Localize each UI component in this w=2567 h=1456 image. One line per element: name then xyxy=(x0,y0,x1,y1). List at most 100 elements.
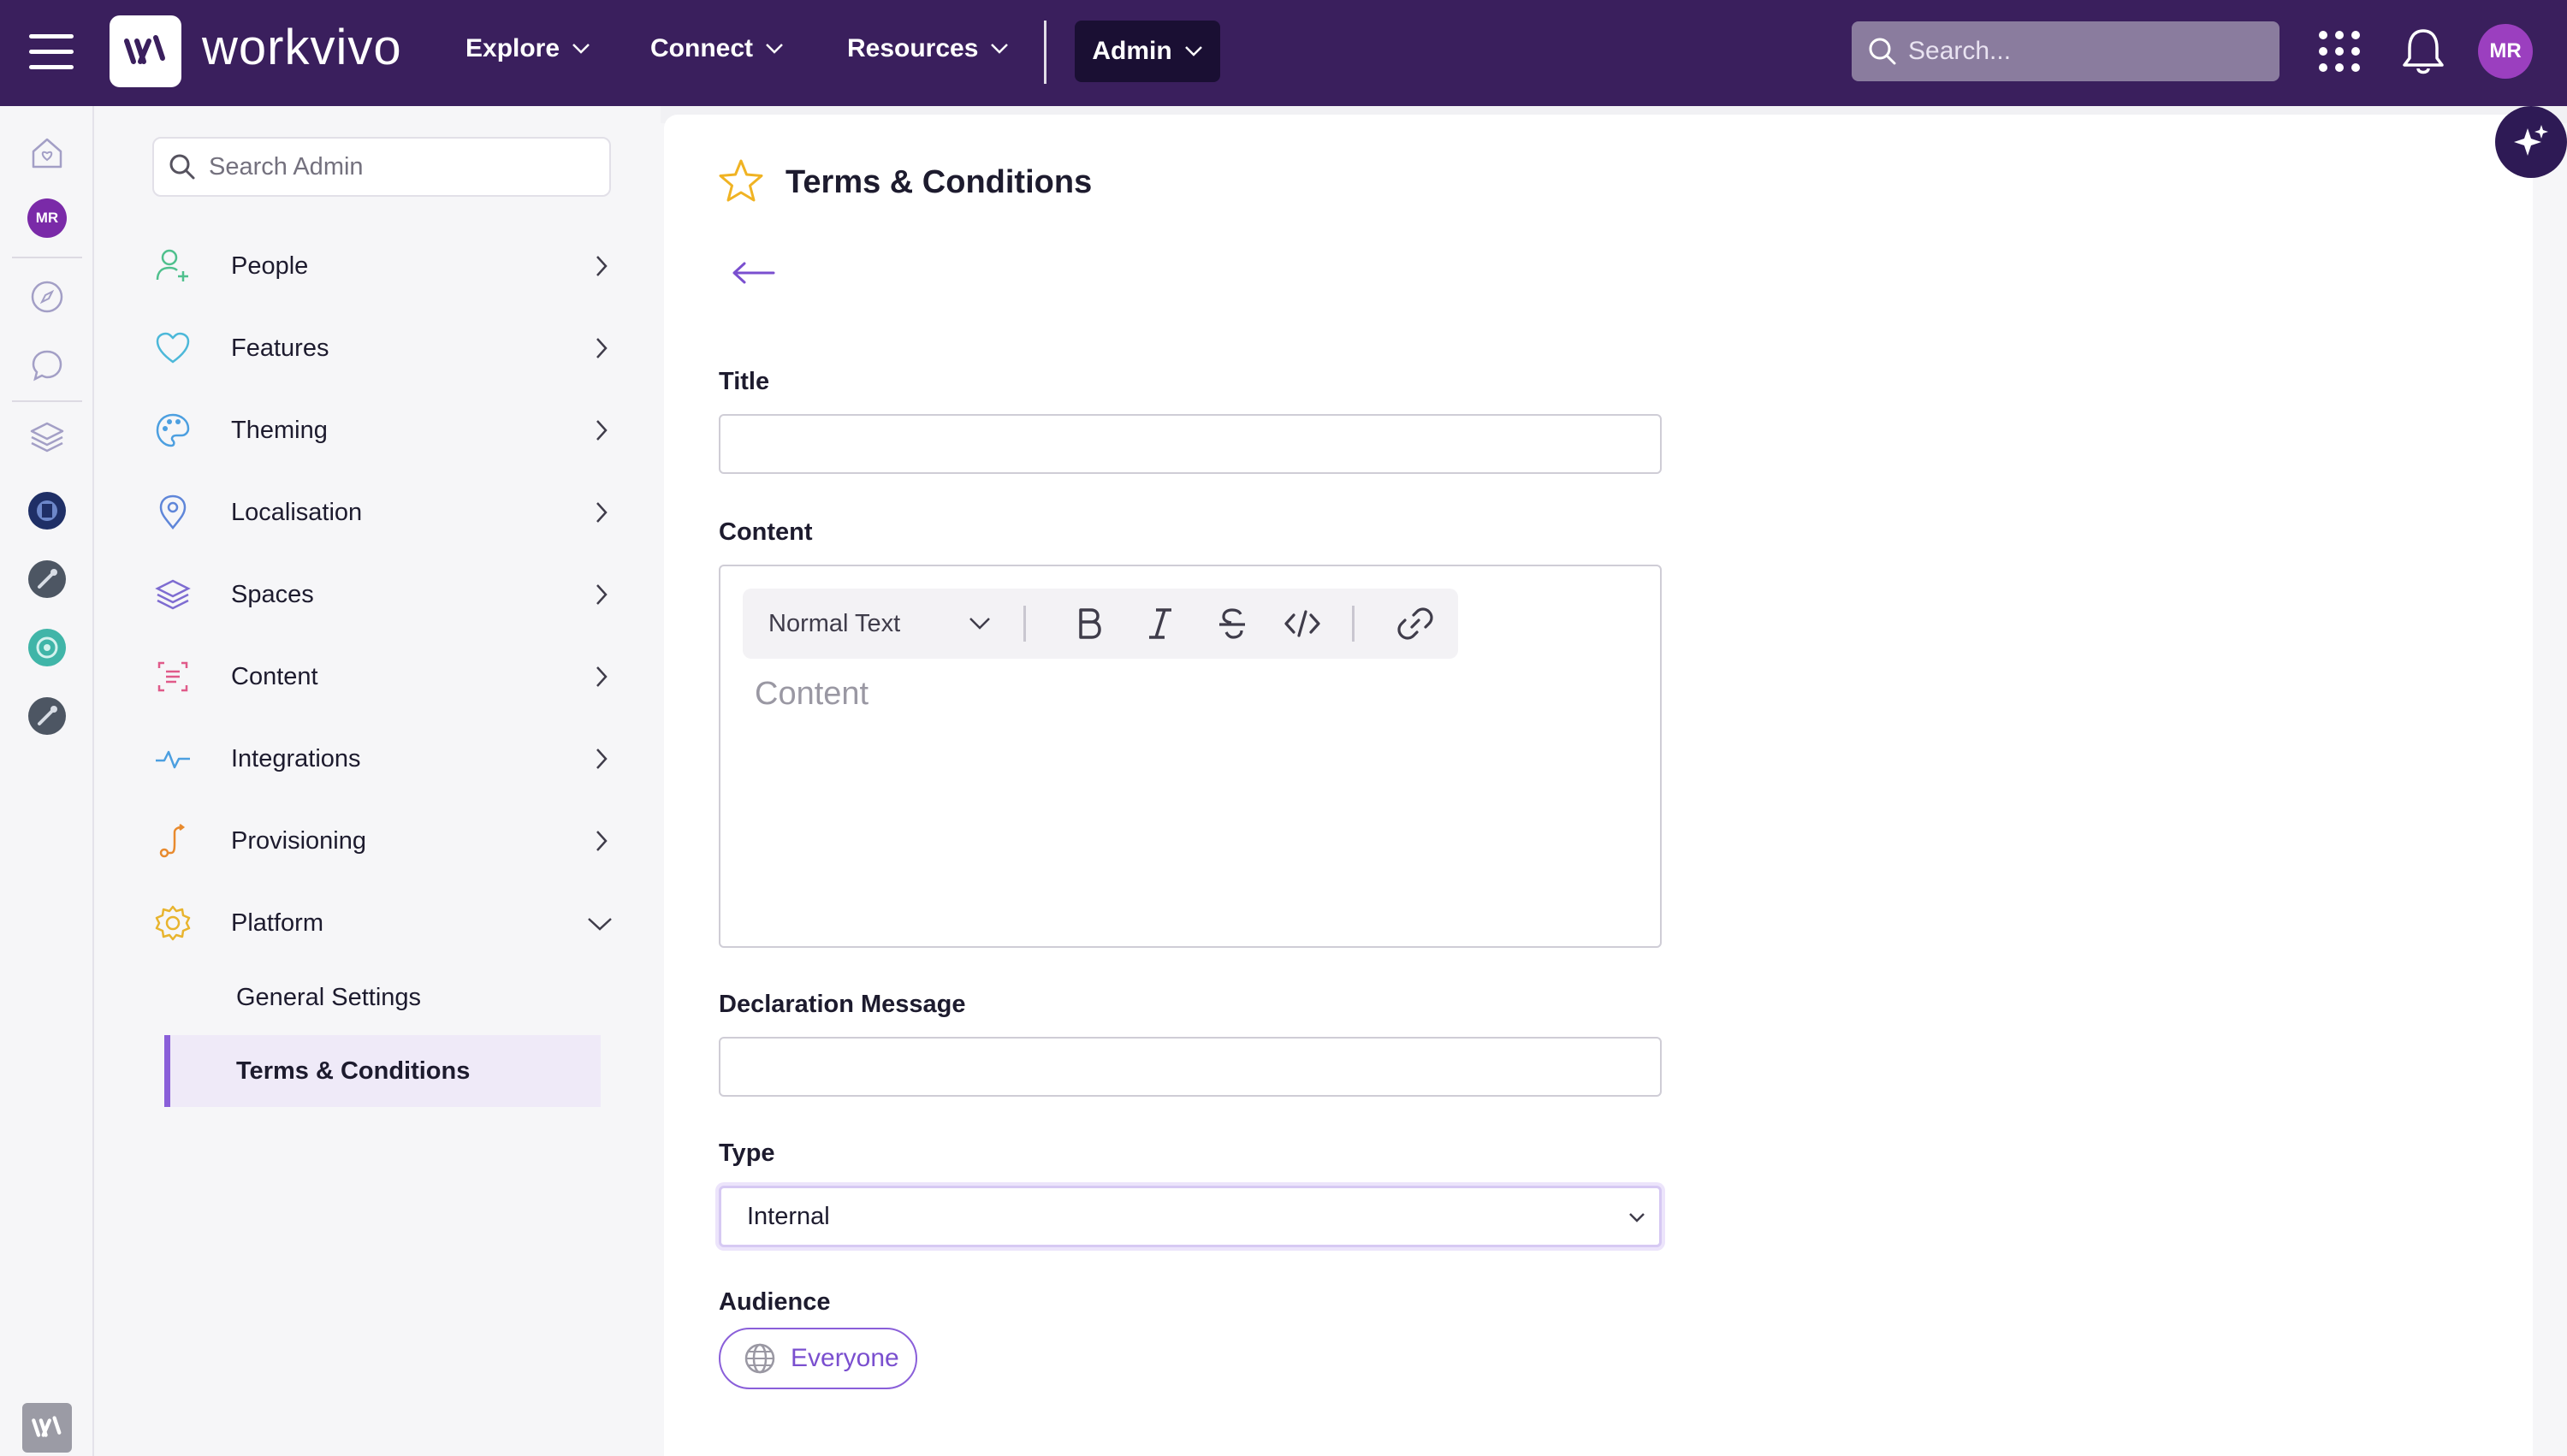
admin-label: Admin xyxy=(1092,37,1172,65)
global-search[interactable] xyxy=(1852,21,2279,81)
home-icon[interactable] xyxy=(26,132,68,175)
chevron-right-icon xyxy=(596,749,608,769)
rail-divider xyxy=(12,400,82,402)
workvivo-small-logo-icon[interactable] xyxy=(22,1403,72,1453)
chat-icon[interactable] xyxy=(26,344,68,387)
sidebar-item-platform[interactable]: Platform xyxy=(152,893,614,953)
chevron-right-icon xyxy=(596,666,608,687)
nav-divider xyxy=(1044,21,1046,84)
content-editor-area[interactable]: Content xyxy=(755,676,1627,924)
rail-divider xyxy=(12,257,82,258)
palette-icon xyxy=(152,410,193,451)
apps-grid-icon[interactable] xyxy=(2319,31,2360,72)
admin-menu-button[interactable]: Admin xyxy=(1075,21,1220,82)
chevron-right-icon xyxy=(596,420,608,441)
chevron-right-icon xyxy=(596,584,608,605)
sidebar-item-provisioning[interactable]: Provisioning xyxy=(152,811,614,871)
globe-icon xyxy=(744,1343,775,1374)
sidebar-item-label: Integrations xyxy=(231,744,361,772)
chevron-down-icon xyxy=(572,44,590,54)
space-avatar-3[interactable] xyxy=(26,626,68,669)
chevron-down-icon xyxy=(991,44,1009,54)
italic-icon[interactable] xyxy=(1140,603,1181,644)
search-icon xyxy=(1869,38,1896,65)
rail-avatar[interactable]: MR xyxy=(26,197,68,240)
sidebar-item-label: Content xyxy=(231,662,318,690)
strikethrough-icon[interactable] xyxy=(1212,603,1253,644)
nav-resources[interactable]: Resources xyxy=(847,34,1009,63)
sidebar-item-integrations[interactable]: Integrations xyxy=(152,729,614,789)
route-icon xyxy=(152,820,193,861)
content-label: Content xyxy=(719,518,813,546)
toolbar-divider xyxy=(1023,606,1026,642)
user-avatar[interactable]: MR xyxy=(2478,24,2533,79)
nav-explore-label: Explore xyxy=(465,34,560,62)
main-content-card: Terms & Conditions Title Content Normal … xyxy=(664,115,2533,1456)
admin-search[interactable] xyxy=(152,137,611,197)
type-select[interactable]: Internal xyxy=(719,1186,1662,1247)
nav-connect-label: Connect xyxy=(650,34,753,62)
admin-search-input[interactable] xyxy=(209,152,594,181)
declaration-label: Declaration Message xyxy=(719,991,966,1018)
chevron-down-icon xyxy=(1184,46,1202,56)
chevron-right-icon xyxy=(596,256,608,276)
ai-assistant-sparkle-icon[interactable] xyxy=(2495,106,2567,178)
space-avatar-2[interactable] xyxy=(26,558,68,601)
admin-sidebar: People Features Theming Localisation Spa… xyxy=(96,106,661,1456)
nav-explore[interactable]: Explore xyxy=(465,34,590,63)
sidebar-item-label: Localisation xyxy=(231,498,363,526)
sidebar-item-features[interactable]: Features xyxy=(152,318,614,378)
sidebar-subitem-terms-conditions[interactable]: Terms & Conditions xyxy=(164,1035,601,1107)
menu-icon[interactable] xyxy=(29,34,74,70)
workvivo-logo-icon[interactable] xyxy=(110,15,181,87)
rich-text-editor: Normal Text Content xyxy=(719,565,1662,948)
sidebar-item-label: Theming xyxy=(231,416,328,444)
sidebar-subitem-general-settings[interactable]: General Settings xyxy=(164,962,601,1033)
sidebar-item-label: People xyxy=(231,252,309,280)
page-title: Terms & Conditions xyxy=(786,164,1093,200)
subitem-label: Terms & Conditions xyxy=(236,1056,471,1085)
editor-toolbar: Normal Text xyxy=(743,589,1458,659)
map-pin-icon xyxy=(152,492,193,533)
left-rail: MR xyxy=(0,106,94,1456)
layers-icon[interactable] xyxy=(26,416,68,459)
star-favorite-icon[interactable] xyxy=(717,157,765,205)
audience-label: Audience xyxy=(719,1288,831,1316)
bell-icon[interactable] xyxy=(2399,26,2447,77)
link-icon[interactable] xyxy=(1395,603,1436,644)
sidebar-item-content[interactable]: Content xyxy=(152,647,614,707)
bold-icon[interactable] xyxy=(1068,603,1109,644)
brand-name: workvivo xyxy=(202,20,402,75)
sidebar-item-label: Platform xyxy=(231,909,323,937)
text-style-select[interactable]: Normal Text xyxy=(768,610,991,638)
chevron-down-icon xyxy=(969,618,991,630)
audience-value: Everyone xyxy=(791,1344,899,1372)
code-icon[interactable] xyxy=(1282,603,1323,644)
global-search-input[interactable] xyxy=(1908,37,2268,66)
type-label: Type xyxy=(719,1139,775,1167)
audience-chip[interactable]: Everyone xyxy=(719,1328,917,1389)
toolbar-divider xyxy=(1352,606,1355,642)
text-style-value: Normal Text xyxy=(768,609,901,637)
back-arrow-icon[interactable] xyxy=(729,260,777,286)
top-navigation-bar: workvivo Explore Connect Resources Admin… xyxy=(0,0,2567,106)
space-avatar-4[interactable] xyxy=(26,695,68,737)
sidebar-item-theming[interactable]: Theming xyxy=(152,400,614,460)
space-avatar-1[interactable] xyxy=(26,489,68,532)
title-input[interactable] xyxy=(719,414,1662,474)
sidebar-item-localisation[interactable]: Localisation xyxy=(152,482,614,542)
content-icon xyxy=(152,656,193,697)
layers-icon xyxy=(152,574,193,615)
heart-icon xyxy=(152,328,193,369)
nav-connect[interactable]: Connect xyxy=(650,34,784,63)
chevron-down-icon xyxy=(588,918,612,931)
rail-avatar-initials: MR xyxy=(27,198,67,238)
chevron-right-icon xyxy=(596,831,608,851)
declaration-input[interactable] xyxy=(719,1037,1662,1097)
sidebar-item-spaces[interactable]: Spaces xyxy=(152,565,614,624)
compass-icon[interactable] xyxy=(26,275,68,318)
chevron-right-icon xyxy=(596,338,608,358)
title-label: Title xyxy=(719,368,770,395)
sidebar-item-people[interactable]: People xyxy=(152,236,614,296)
sidebar-item-label: Provisioning xyxy=(231,826,366,855)
